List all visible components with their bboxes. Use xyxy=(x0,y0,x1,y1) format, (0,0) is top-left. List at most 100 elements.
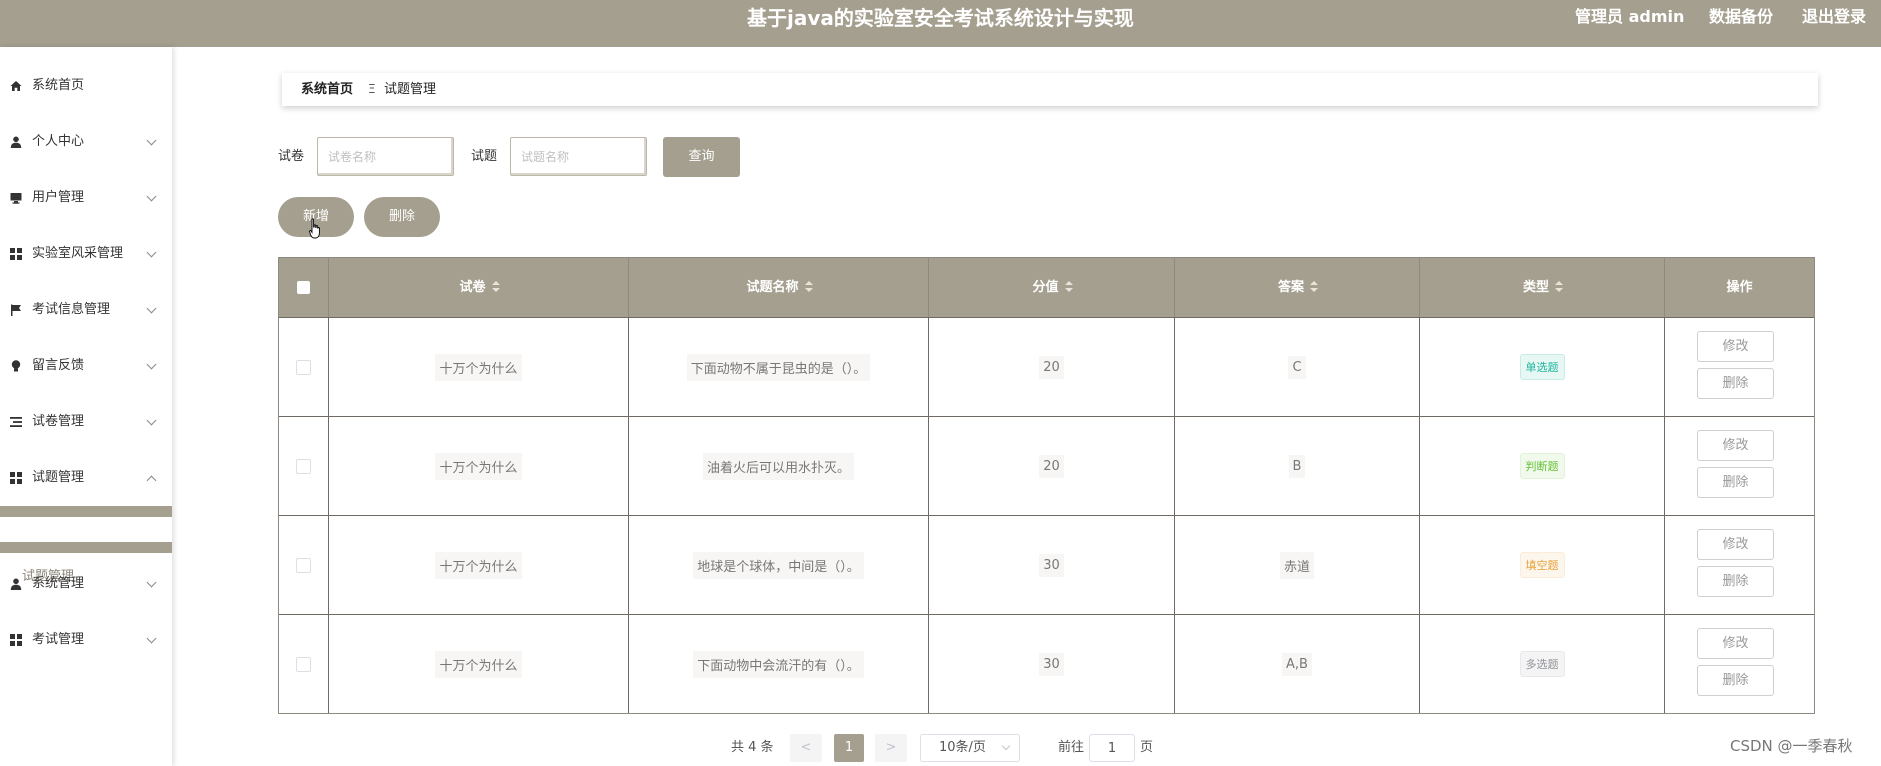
sidebar: 系统首页 个人中心 用户管理 实验室风采管理 考试信息管理 留言反馈 试卷管理 … xyxy=(0,47,172,766)
sidebar-item-personal[interactable]: 个人中心 xyxy=(0,122,172,162)
column-header-label: 试卷 xyxy=(459,280,486,295)
column-header-type[interactable]: 类型 xyxy=(1420,258,1665,317)
paper-search-label: 试卷 xyxy=(278,149,305,164)
row-checkbox[interactable] xyxy=(296,458,311,474)
score-cell: 30 xyxy=(929,516,1175,614)
monitor-icon xyxy=(10,193,22,204)
page-number-button[interactable]: 1 xyxy=(834,734,864,762)
sidebar-item-questions[interactable]: 试题管理 xyxy=(0,458,172,498)
sidebar-item-exam-info[interactable]: 考试信息管理 xyxy=(0,290,172,330)
logout-link[interactable]: 退出登录 xyxy=(1802,0,1866,36)
sidebar-item-label: 试卷管理 xyxy=(32,414,85,429)
edit-button[interactable]: 修改 xyxy=(1697,430,1774,461)
question-cell: 地球是个球体，中间是（）。 xyxy=(629,516,929,614)
chevron-down-icon xyxy=(146,303,157,314)
next-page-button[interactable]: > xyxy=(875,734,907,762)
column-header-score[interactable]: 分值 xyxy=(929,258,1175,317)
answer-value: B xyxy=(1288,454,1306,478)
sidebar-item-label: 考试管理 xyxy=(32,632,85,647)
delete-button[interactable]: 删除 xyxy=(1697,467,1774,498)
sidebar-item-label: 实验室风采管理 xyxy=(32,246,124,261)
prev-page-button[interactable]: < xyxy=(790,734,822,762)
sort-icon[interactable] xyxy=(1064,280,1073,293)
chevron-down-icon xyxy=(146,135,157,146)
type-tag: 多选题 xyxy=(1519,651,1565,677)
goto-label: 前往 xyxy=(1058,740,1085,755)
answer-cell: B xyxy=(1175,417,1420,515)
score-value: 30 xyxy=(1039,652,1064,676)
row-checkbox[interactable] xyxy=(296,557,311,573)
column-header-paper[interactable]: 试卷 xyxy=(329,258,629,317)
sidebar-item-label: 试题管理 xyxy=(32,470,85,485)
grid-icon xyxy=(10,248,22,260)
sort-icon[interactable] xyxy=(1555,280,1563,293)
sidebar-item-label: 系统首页 xyxy=(32,78,85,93)
score-cell: 20 xyxy=(929,417,1175,515)
question-name: 油着火后可以用水扑灭。 xyxy=(702,452,854,480)
bulb-icon xyxy=(11,360,21,372)
sidebar-item-label: 用户管理 xyxy=(32,190,85,205)
sidebar-item-home[interactable]: 系统首页 xyxy=(0,66,172,106)
page-size-select[interactable]: 10条/页 xyxy=(920,734,1020,762)
score-value: 20 xyxy=(1039,355,1064,379)
hand-cursor-icon xyxy=(309,218,320,239)
page-unit-label: 页 xyxy=(1140,740,1154,755)
score-cell: 30 xyxy=(929,615,1175,713)
sidebar-item-feedback[interactable]: 留言反馈 xyxy=(0,346,172,386)
question-name: 地球是个球体，中间是（）。 xyxy=(693,551,864,579)
submenu-divider xyxy=(0,542,172,553)
data-backup-link[interactable]: 数据备份 xyxy=(1709,0,1773,36)
answer-cell: C xyxy=(1175,318,1420,416)
person-icon xyxy=(10,136,22,148)
batch-delete-button[interactable]: 删除 xyxy=(364,197,440,237)
query-button[interactable]: 查询 xyxy=(663,137,740,177)
delete-button[interactable]: 删除 xyxy=(1697,665,1774,696)
delete-button[interactable]: 删除 xyxy=(1697,566,1774,597)
breadcrumb-current: 试题管理 xyxy=(384,82,437,97)
column-header-question[interactable]: 试题名称 xyxy=(629,258,929,317)
person-icon xyxy=(10,578,22,590)
paper-search-input[interactable] xyxy=(317,137,454,176)
chevron-down-icon xyxy=(146,415,157,426)
paper-cell: 十万个为什么 xyxy=(329,318,629,416)
sidebar-item-users[interactable]: 用户管理 xyxy=(0,178,172,218)
row-checkbox[interactable] xyxy=(296,359,311,375)
select-all-checkbox[interactable] xyxy=(297,281,310,294)
delete-button[interactable]: 删除 xyxy=(1697,368,1774,399)
table-row: 十万个为什么 下面动物中会流汗的有（）。 30 A,B 多选题 修改 删除 xyxy=(279,614,1814,713)
actions-cell: 修改 删除 xyxy=(1665,615,1814,713)
question-search-input[interactable] xyxy=(510,137,647,176)
score-cell: 20 xyxy=(929,318,1175,416)
watermark: CSDN @一季春秋 xyxy=(1730,737,1853,755)
edit-button[interactable]: 修改 xyxy=(1697,529,1774,560)
flag-icon xyxy=(11,304,21,316)
column-header-answer[interactable]: 答案 xyxy=(1175,258,1420,317)
row-select-cell xyxy=(279,516,329,614)
sidebar-item-system[interactable]: 系统管理 xyxy=(0,564,172,604)
row-checkbox[interactable] xyxy=(296,656,311,672)
chevron-down-icon xyxy=(146,577,157,588)
breadcrumb: 系统首页 Ξ 试题管理 xyxy=(282,73,1818,106)
table-row: 十万个为什么 地球是个球体，中间是（）。 30 赤道 填空题 修改 删除 xyxy=(279,515,1814,614)
edit-button[interactable]: 修改 xyxy=(1697,628,1774,659)
edit-button[interactable]: 修改 xyxy=(1697,331,1774,362)
sidebar-item-label: 考试信息管理 xyxy=(32,302,111,317)
answer-cell: 赤道 xyxy=(1175,516,1420,614)
goto-page-input[interactable] xyxy=(1089,734,1135,762)
sidebar-item-lab-gallery[interactable]: 实验室风采管理 xyxy=(0,234,172,274)
paper-cell: 十万个为什么 xyxy=(329,615,629,713)
sort-icon[interactable] xyxy=(804,280,813,293)
breadcrumb-home-link[interactable]: 系统首页 xyxy=(301,73,353,106)
paper-name: 十万个为什么 xyxy=(435,353,522,381)
grid-icon xyxy=(10,472,22,484)
answer-cell: A,B xyxy=(1175,615,1420,713)
question-name: 下面动物中会流汗的有（）。 xyxy=(693,650,864,678)
admin-user-link[interactable]: 管理员 admin xyxy=(1575,0,1684,36)
sidebar-item-papers[interactable]: 试卷管理 xyxy=(0,402,172,442)
type-cell: 判断题 xyxy=(1420,417,1665,515)
sort-icon[interactable] xyxy=(1310,280,1318,293)
question-cell: 下面动物中会流汗的有（）。 xyxy=(629,615,929,713)
sort-icon[interactable] xyxy=(491,280,500,293)
sidebar-item-exams[interactable]: 考试管理 xyxy=(0,620,172,660)
page-size-value: 10条/页 xyxy=(939,740,986,755)
